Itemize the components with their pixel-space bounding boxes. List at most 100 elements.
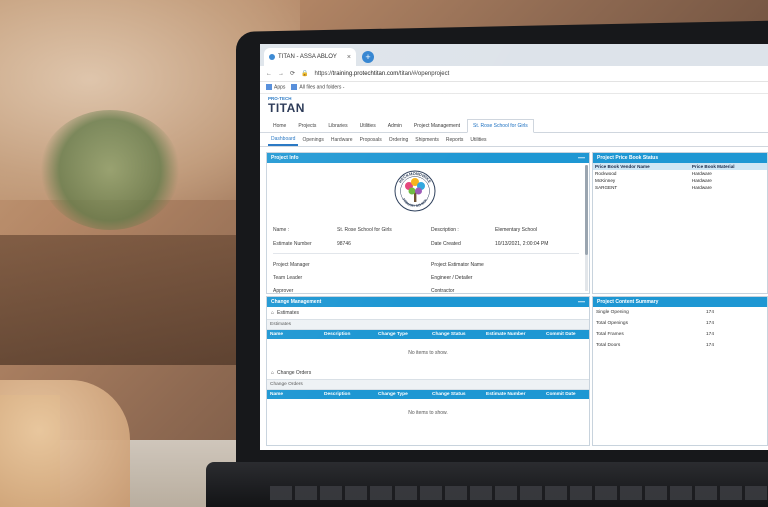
url-text[interactable]: https://training.protechtitan.com/titan/… [315, 71, 450, 77]
change-orders-grid-header: Name Description Change Type Change Stat… [267, 390, 589, 399]
contractor-label: Contractor [431, 288, 455, 294]
summary-row: Total Frames 174 [593, 329, 767, 340]
estimates-section[interactable]: ⌂ Estimates [267, 307, 589, 319]
col-change-type[interactable]: Change Type [375, 392, 429, 397]
col-vendor-name[interactable]: Price Book Vendor Name [593, 163, 690, 170]
name-label: Name : [273, 227, 290, 233]
content-summary-title: Project Content Summary [597, 299, 659, 305]
nav-project-management[interactable]: Project Management [409, 120, 465, 132]
project-info-title: Project Info [271, 155, 299, 161]
date-created-label: Date Created [431, 241, 461, 247]
lock-icon: 🔒 [301, 71, 309, 77]
bookmark-folder-label: All files and folders - [299, 84, 345, 91]
description-value: Elementary School [495, 227, 537, 233]
scrollbar-thumb[interactable] [585, 165, 588, 255]
col-name[interactable]: Name [267, 332, 321, 337]
collapse-icon[interactable]: — [578, 299, 585, 306]
cell-material: Hardware [691, 185, 712, 190]
reload-icon[interactable]: ⟳ [290, 70, 295, 77]
project-sub-nav: Dashboard Openings Hardware Proposals Or… [260, 133, 768, 147]
col-commit-date[interactable]: Commit Date [543, 332, 587, 337]
tab-openings[interactable]: Openings [299, 135, 326, 145]
bookmark-apps-label: Apps [274, 84, 286, 91]
new-tab-button[interactable]: + [362, 51, 374, 63]
browser-tab[interactable]: TITAN - ASSA ABLOY × [264, 48, 356, 66]
app-brand: PRO-TECH TITAN [260, 94, 768, 119]
tab-proposals[interactable]: Proposals [357, 135, 385, 145]
col-change-status[interactable]: Change Status [429, 392, 483, 397]
brand-logo-text[interactable]: TITAN [268, 101, 760, 115]
laptop-base [206, 462, 768, 507]
bookmarks-bar: Apps All files and folders - [260, 82, 768, 94]
col-name[interactable]: Name [267, 392, 321, 397]
price-book-title: Project Price Book Status [597, 155, 659, 161]
estimate-number-label: Estimate Number [273, 241, 312, 247]
table-row[interactable]: McKinney Hardware [593, 177, 767, 184]
background-plant [40, 110, 180, 230]
url-prefix: https:// [314, 70, 333, 77]
tab-shipments[interactable]: Shipments [412, 135, 442, 145]
nav-admin[interactable]: Admin [383, 120, 407, 132]
estimates-grid-header: Name Description Change Type Change Stat… [267, 330, 589, 339]
laptop-screen: TITAN - ASSA ABLOY × + ← → ⟳ 🔒 https://t… [260, 44, 768, 450]
nav-utilities[interactable]: Utilities [355, 120, 381, 132]
date-created-value: 10/13/2021, 2:00:04 PM [495, 241, 549, 247]
table-header-row: Price Book Vendor Name Price Book Materi… [593, 163, 767, 170]
folder-icon [291, 84, 298, 91]
apps-grid-icon [266, 84, 272, 91]
tab-dashboard[interactable]: Dashboard [268, 134, 299, 146]
collapse-icon[interactable]: — [578, 155, 585, 162]
back-icon[interactable]: ← [266, 71, 272, 77]
col-estimate-number[interactable]: Estimate Number [483, 332, 543, 337]
cell-vendor: SARGENT [595, 185, 618, 190]
col-estimate-number[interactable]: Estimate Number [483, 392, 543, 397]
col-description[interactable]: Description [321, 392, 375, 397]
browser-tab-title: TITAN - ASSA ABLOY [278, 54, 337, 60]
building-icon: ⌂ [271, 370, 275, 376]
summary-label: Total Frames [596, 332, 624, 337]
nav-home[interactable]: Home [268, 120, 291, 132]
project-info-panel: Project Info — HECKMONDWIKE PRIMARY SCHO… [266, 152, 590, 294]
nav-projects[interactable]: Projects [293, 120, 321, 132]
col-material[interactable]: Price Book Material [689, 163, 767, 170]
project-info-scrollbar[interactable] [585, 165, 588, 291]
nav-current-project[interactable]: St. Rose School for Girls [467, 119, 534, 133]
col-commit-date[interactable]: Commit Date [543, 392, 587, 397]
summary-value: 174 [706, 343, 715, 348]
change-orders-section[interactable]: ⌂ Change Orders [267, 367, 589, 379]
project-estimator-label: Project Estimator Name [431, 262, 484, 268]
change-management-title: Change Management [271, 299, 322, 305]
name-value: St. Rose School for Girls [337, 227, 392, 233]
bookmark-apps[interactable]: Apps [266, 84, 286, 91]
change-orders-empty-text: No items to show. [408, 410, 448, 416]
team-leader-label: Team Leader [273, 275, 303, 281]
tab-hardware[interactable]: Hardware [328, 135, 356, 145]
tab-utilities[interactable]: Utilities [467, 135, 489, 145]
summary-row: Total Openings 174 [593, 318, 767, 329]
building-icon: ⌂ [271, 310, 275, 316]
nav-libraries[interactable]: Libraries [323, 120, 352, 132]
tab-reports[interactable]: Reports [443, 135, 467, 145]
approver-label: Approver [273, 288, 294, 294]
tab-ordering[interactable]: Ordering [386, 135, 411, 145]
url-path: /titan/#/openproject [398, 70, 450, 77]
col-change-type[interactable]: Change Type [375, 332, 429, 337]
table-row[interactable]: SARGENT Hardware [593, 184, 767, 191]
summary-value: 174 [706, 310, 715, 315]
forward-icon[interactable]: → [278, 71, 284, 77]
content-summary-panel: Project Content Summary Single Opening 17… [592, 296, 768, 446]
col-description[interactable]: Description [321, 332, 375, 337]
bookmark-folder[interactable]: All files and folders - [291, 84, 345, 91]
summary-value: 174 [706, 332, 715, 337]
table-row[interactable]: Rockwood Hardware [593, 170, 767, 177]
address-bar[interactable]: ← → ⟳ 🔒 https://training.protechtitan.co… [260, 66, 768, 82]
estimates-section-label: Estimates [277, 310, 299, 316]
change-management-header: Change Management — [267, 297, 589, 307]
cell-material: Hardware [691, 178, 712, 183]
content-summary-header: Project Content Summary [593, 297, 767, 307]
col-change-status[interactable]: Change Status [429, 332, 483, 337]
close-tab-icon[interactable]: × [347, 54, 351, 61]
summary-value: 174 [706, 321, 715, 326]
summary-label: Total Openings [596, 321, 628, 326]
project-manager-label: Project Manager [273, 262, 310, 268]
